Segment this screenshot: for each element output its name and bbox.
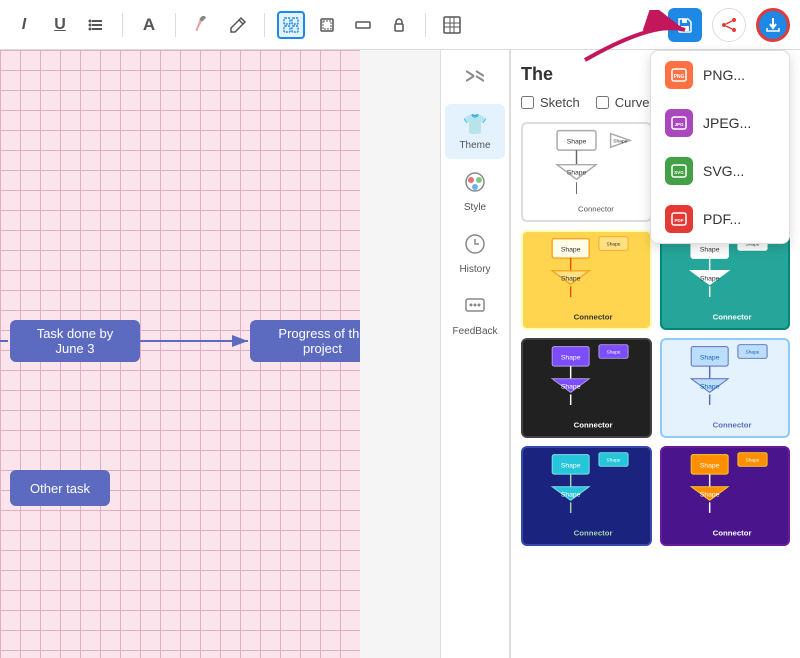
svg-text:Connector: Connector <box>574 528 613 537</box>
node-task-done[interactable]: Task done by June 3 <box>10 320 140 362</box>
theme-card-yellow[interactable]: Shape Shape Shape Connector <box>521 230 652 330</box>
svg-icon: SVG <box>665 157 693 185</box>
svg-text:JPG: JPG <box>674 122 684 127</box>
svg-text:Shape: Shape <box>561 383 581 390</box>
collapse-button[interactable] <box>457 58 493 94</box>
node-other-task[interactable]: Other task <box>10 470 110 506</box>
svg-text:Shape: Shape <box>699 246 719 253</box>
lock-button[interactable] <box>385 11 413 39</box>
svg-text:SVG: SVG <box>674 170 684 175</box>
history-icon <box>464 233 486 261</box>
feedback-icon <box>464 295 486 323</box>
export-png-label: PNG... <box>703 67 745 83</box>
svg-text:Shape: Shape <box>561 491 581 498</box>
separator <box>122 13 123 37</box>
svg-text:PDF: PDF <box>675 218 684 223</box>
svg-text:Connector: Connector <box>712 528 751 537</box>
pen-button[interactable] <box>224 11 252 39</box>
export-pdf-item[interactable]: PDF PDF... <box>651 195 789 243</box>
sketch-input[interactable] <box>521 96 534 109</box>
underline-button[interactable]: U <box>46 11 74 39</box>
svg-text:Connector: Connector <box>712 312 751 321</box>
move-button[interactable] <box>349 11 377 39</box>
svg-text:Shape: Shape <box>561 275 581 282</box>
svg-text:PNG: PNG <box>674 74 685 80</box>
node-progress[interactable]: Progress of the project <box>250 320 360 362</box>
export-dropdown: PNG PNG... JPG JPEG... SVG SVG... PDF PD… <box>650 50 790 244</box>
sidebar-item-history[interactable]: History <box>445 225 505 283</box>
svg-text:Shape: Shape <box>699 491 719 498</box>
toolbar-right <box>668 8 790 42</box>
svg-text:Shape: Shape <box>606 349 620 355</box>
svg-text:Shape: Shape <box>561 246 581 253</box>
svg-text:Shape: Shape <box>699 383 719 390</box>
sidebar-item-feedback-label: FeedBack <box>452 326 497 337</box>
export-button[interactable] <box>756 8 790 42</box>
svg-text:Shape: Shape <box>699 275 719 282</box>
svg-text:Shape: Shape <box>567 169 587 176</box>
theme-icon: 👕 <box>463 112 488 137</box>
sidebar-item-feedback[interactable]: FeedBack <box>445 287 505 345</box>
export-svg-item[interactable]: SVG SVG... <box>651 147 789 195</box>
export-jpeg-label: JPEG... <box>703 115 751 131</box>
svg-text:Shape: Shape <box>561 462 581 469</box>
svg-text:Connector: Connector <box>574 420 613 429</box>
sidebar-item-history-label: History <box>459 264 490 275</box>
sidebar-item-style-label: Style <box>464 202 486 213</box>
sidebar-item-style[interactable]: Style <box>445 163 505 221</box>
theme-card-dark-blue[interactable]: Shape Shape Shape Connector <box>521 446 652 546</box>
svg-text:Shape: Shape <box>606 241 620 247</box>
separator2 <box>175 13 176 37</box>
separator3 <box>264 13 265 37</box>
export-pdf-label: PDF... <box>703 211 741 227</box>
export-jpeg-item[interactable]: JPG JPEG... <box>651 99 789 147</box>
theme-card-purple[interactable]: Shape Shape Shape Connector <box>660 446 791 546</box>
sidebar-item-theme[interactable]: 👕 Theme <box>445 104 505 159</box>
side-nav: 👕 Theme Style History FeedBack <box>440 50 510 658</box>
pdf-icon: PDF <box>665 205 693 233</box>
theme-card-teal[interactable]: Shape Shape Shape Connector <box>660 230 791 330</box>
curved-input[interactable] <box>596 96 609 109</box>
style-icon <box>464 171 486 199</box>
export-png-item[interactable]: PNG PNG... <box>651 51 789 99</box>
jpeg-icon: JPG <box>665 109 693 137</box>
toolbar: I U A <box>0 0 800 50</box>
separator4 <box>425 13 426 37</box>
crop-button[interactable] <box>313 11 341 39</box>
paint-button[interactable] <box>188 11 216 39</box>
svg-text:Connector: Connector <box>578 204 614 213</box>
list-button[interactable] <box>82 11 110 39</box>
svg-text:Connector: Connector <box>712 420 751 429</box>
share-button[interactable] <box>712 8 746 42</box>
svg-text:Shape: Shape <box>567 138 587 145</box>
canvas-area[interactable]: Task done by June 3 Progress of the proj… <box>0 50 360 658</box>
select-button[interactable] <box>277 11 305 39</box>
grid-button[interactable] <box>438 11 466 39</box>
italic-button[interactable]: I <box>10 11 38 39</box>
sketch-checkbox[interactable]: Sketch <box>521 95 580 110</box>
svg-text:Shape: Shape <box>745 457 759 463</box>
theme-card-default[interactable]: Shape Shape Shape Connector <box>521 122 652 222</box>
svg-text:Shape: Shape <box>699 354 719 361</box>
svg-text:Shape: Shape <box>561 354 581 361</box>
png-icon: PNG <box>665 61 693 89</box>
save-button[interactable] <box>668 8 702 42</box>
svg-text:Shape: Shape <box>613 138 627 144</box>
font-size-button[interactable]: A <box>135 11 163 39</box>
svg-text:Shape: Shape <box>745 349 759 355</box>
sidebar-item-theme-label: Theme <box>459 140 490 151</box>
theme-card-dark[interactable]: Shape Shape Shape Connector <box>521 338 652 438</box>
svg-text:Connector: Connector <box>574 312 613 321</box>
svg-text:Shape: Shape <box>606 457 620 463</box>
theme-card-light-blue[interactable]: Shape Shape Shape Connector <box>660 338 791 438</box>
export-svg-label: SVG... <box>703 163 744 179</box>
curved-checkbox[interactable]: Curved <box>596 95 657 110</box>
svg-text:Shape: Shape <box>699 462 719 469</box>
